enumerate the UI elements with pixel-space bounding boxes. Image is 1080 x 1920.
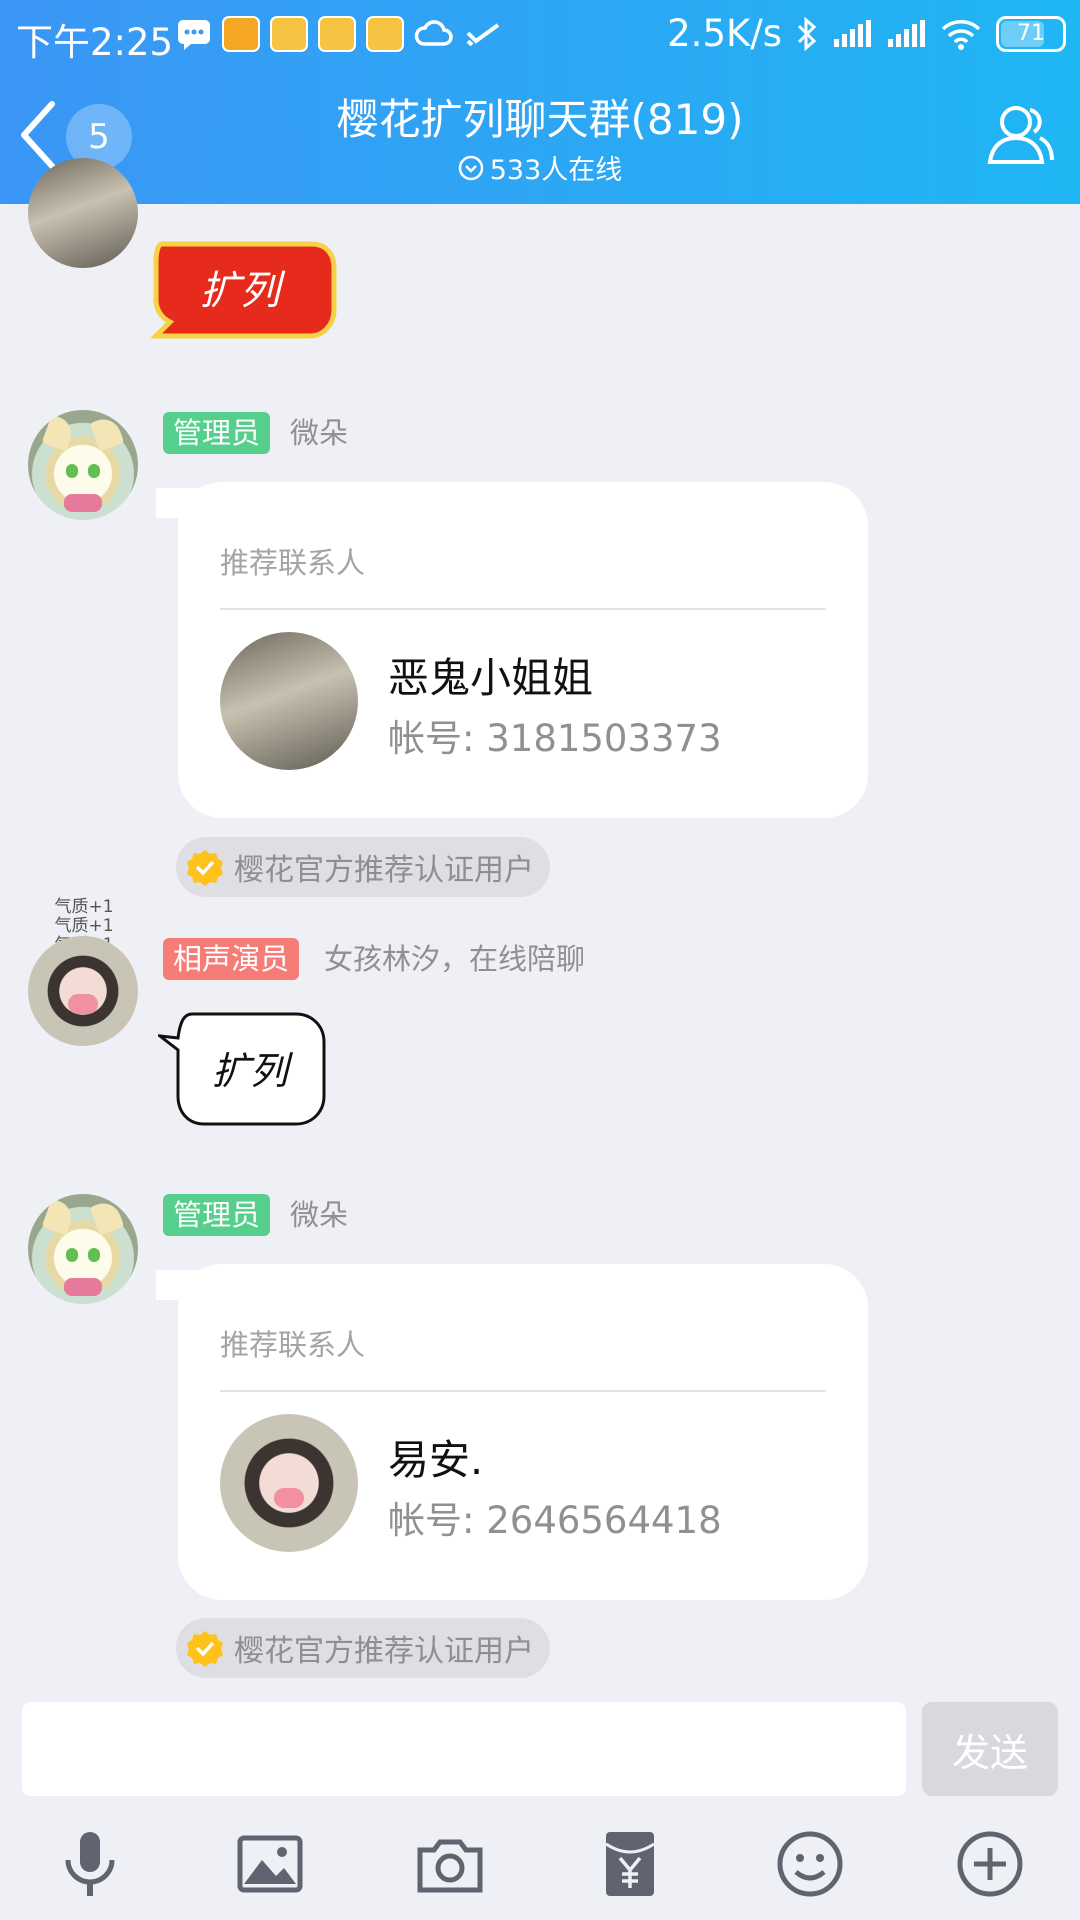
aura-text: 气质+1 [54, 916, 114, 936]
status-time: 下午2:25 [16, 21, 174, 64]
signal-icon [834, 19, 871, 47]
message-icon [178, 20, 210, 50]
verified-text: 樱花官方推荐认证用户 [234, 1634, 534, 1669]
group-title: 樱花扩列聊天群(819) [336, 95, 744, 144]
red-packet-icon[interactable] [594, 1828, 666, 1900]
input-bar: 发送 [0, 1684, 1080, 1802]
verified-badge: 樱花官方推荐认证用户 [176, 1618, 550, 1678]
contact-name: 易安. [388, 1436, 484, 1484]
battery-level: 71 [1017, 20, 1045, 46]
message-input[interactable] [22, 1702, 906, 1796]
emoji-icon[interactable] [774, 1828, 846, 1900]
wifi-icon [941, 19, 981, 50]
online-count: 533人在线 [0, 148, 1080, 187]
verified-icon [187, 1631, 223, 1667]
text-message-bubble[interactable]: 扩列 [158, 1010, 328, 1126]
account-number: 2646564418 [486, 1499, 722, 1542]
contact-avatar [220, 632, 358, 770]
avatar[interactable] [28, 158, 138, 268]
sticker-text: 扩列 [200, 268, 286, 314]
card-type-label: 推荐联系人 [220, 1328, 366, 1362]
sticker-message[interactable]: 扩列 [148, 226, 338, 344]
image-icon[interactable] [234, 1828, 306, 1900]
message-text: 扩列 [212, 1049, 294, 1093]
aura-text: 气质+1 [54, 897, 114, 917]
account-label: 帐号: [388, 717, 475, 760]
divider [220, 608, 826, 610]
avatar[interactable] [28, 936, 138, 1046]
verified-text: 樱花官方推荐认证用户 [234, 853, 534, 888]
contact-account: 帐号: 3181503373 [388, 708, 722, 762]
signal-icon [888, 19, 925, 47]
sender-nickname[interactable]: 微朵 [290, 412, 348, 454]
send-button[interactable]: 发送 [922, 1702, 1058, 1796]
store-icon [366, 16, 404, 52]
chevron-down-icon[interactable] [458, 155, 484, 181]
group-members-button[interactable] [986, 100, 1056, 170]
taobao-icon [222, 16, 260, 52]
card-type-label: 推荐联系人 [220, 546, 366, 580]
avatar[interactable] [28, 410, 138, 520]
bluetooth-icon [797, 16, 817, 51]
chat-header: 下午2:25 2.5K/s 71 5 樱花扩列聊天群(819) 533人在线 [0, 0, 1080, 204]
verified-badge: 樱花官方推荐认证用户 [176, 837, 550, 897]
microphone-icon[interactable] [54, 1828, 126, 1900]
online-count-text: 533人在线 [489, 155, 623, 186]
cloud-icon [414, 20, 453, 46]
contact-card[interactable]: 推荐联系人 恶鬼小姐姐 帐号: 3181503373 [156, 482, 868, 818]
contact-card[interactable]: 推荐联系人 易安. 帐号: 2646564418 [156, 1264, 868, 1600]
plus-icon[interactable] [954, 1828, 1026, 1900]
network-speed: 2.5K/s [667, 12, 782, 55]
admin-tag: 管理员 [163, 1194, 271, 1236]
check-icon [466, 23, 500, 47]
bottom-toolbar [0, 1820, 1080, 1920]
status-bar: 下午2:25 2.5K/s 71 [0, 0, 1080, 68]
sender-nickname[interactable]: 微朵 [290, 1194, 348, 1236]
contact-avatar [220, 1414, 358, 1552]
system-status: 2.5K/s 71 [667, 12, 1066, 55]
divider [220, 1390, 826, 1392]
performer-tag: 相声演员 [163, 938, 300, 980]
verified-icon [187, 850, 223, 886]
account-label: 帐号: [388, 1499, 475, 1542]
admin-tag: 管理员 [163, 412, 271, 454]
contact-account: 帐号: 2646564418 [388, 1490, 722, 1544]
camera-icon[interactable] [414, 1828, 486, 1900]
sender-nickname[interactable]: 女孩林汐，在线陪聊 [324, 938, 585, 980]
contact-name: 恶鬼小姐姐 [388, 654, 593, 702]
battery-icon: 71 [996, 15, 1066, 52]
notification-icons [176, 16, 502, 52]
store-icon [270, 16, 308, 52]
account-number: 3181503373 [486, 717, 722, 760]
store-icon [318, 16, 356, 52]
avatar[interactable] [28, 1194, 138, 1304]
